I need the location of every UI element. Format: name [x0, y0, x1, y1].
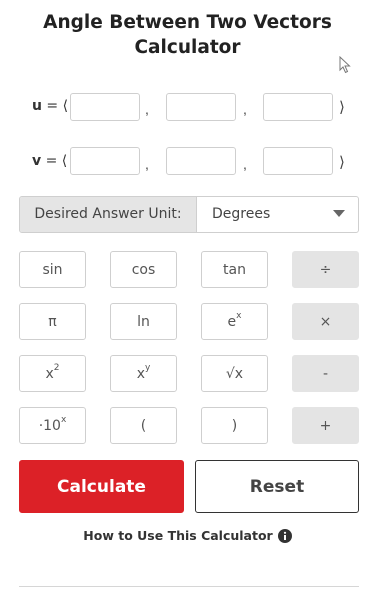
- exp-key-base: e: [227, 313, 237, 330]
- comma: ,: [243, 101, 247, 117]
- page-title: Angle Between Two Vectors Calculator: [43, 12, 332, 58]
- pi-key[interactable]: π: [19, 303, 86, 340]
- vector-v-label: v = ⟨: [32, 153, 68, 169]
- multiply-key[interactable]: ×: [292, 303, 359, 340]
- left-paren-key[interactable]: (: [110, 407, 177, 444]
- answer-unit-select[interactable]: Desired Answer Unit: Degrees: [19, 196, 359, 233]
- right-paren-key[interactable]: ): [201, 407, 268, 444]
- how-to-label: How to Use This Calculator: [83, 528, 273, 543]
- power-key-base: x: [136, 365, 145, 382]
- plus-key[interactable]: +: [292, 407, 359, 444]
- v-y-input[interactable]: [166, 147, 236, 175]
- u-z-input[interactable]: [263, 93, 333, 121]
- calculate-button[interactable]: Calculate: [19, 460, 184, 513]
- chevron-down-icon: [333, 210, 345, 217]
- answer-unit-value: Degrees: [212, 206, 271, 222]
- cos-key[interactable]: cos: [110, 251, 177, 288]
- square-key[interactable]: x2: [19, 355, 86, 392]
- scientific-notation-key[interactable]: ·10 x: [19, 407, 86, 444]
- mouse-pointer-icon: [339, 56, 351, 74]
- minus-key[interactable]: -: [292, 355, 359, 392]
- comma: ,: [145, 156, 149, 172]
- power-key[interactable]: xy: [110, 355, 177, 392]
- sci-key-base: ·10: [38, 417, 61, 434]
- sqrt-key[interactable]: √x: [201, 355, 268, 392]
- tan-key[interactable]: tan: [201, 251, 268, 288]
- exp-key[interactable]: ex: [201, 303, 268, 340]
- divide-key[interactable]: ÷: [292, 251, 359, 288]
- vector-u-label: u = ⟨: [32, 98, 69, 114]
- angle-bracket-close: ⟩: [339, 99, 345, 116]
- comma: ,: [243, 156, 247, 172]
- info-icon[interactable]: [277, 529, 292, 543]
- angle-bracket-close: ⟩: [339, 154, 345, 171]
- divider: [19, 586, 359, 587]
- u-x-input[interactable]: [70, 93, 140, 121]
- v-x-input[interactable]: [70, 147, 140, 175]
- u-y-input[interactable]: [166, 93, 236, 121]
- v-z-input[interactable]: [263, 147, 333, 175]
- reset-button[interactable]: Reset: [195, 460, 359, 513]
- sin-key[interactable]: sin: [19, 251, 86, 288]
- comma: ,: [145, 101, 149, 117]
- ln-key[interactable]: ln: [110, 303, 177, 340]
- square-key-base: x: [45, 365, 54, 382]
- answer-unit-label: Desired Answer Unit:: [20, 197, 197, 232]
- how-to-link[interactable]: How to Use This Calculator: [0, 528, 375, 543]
